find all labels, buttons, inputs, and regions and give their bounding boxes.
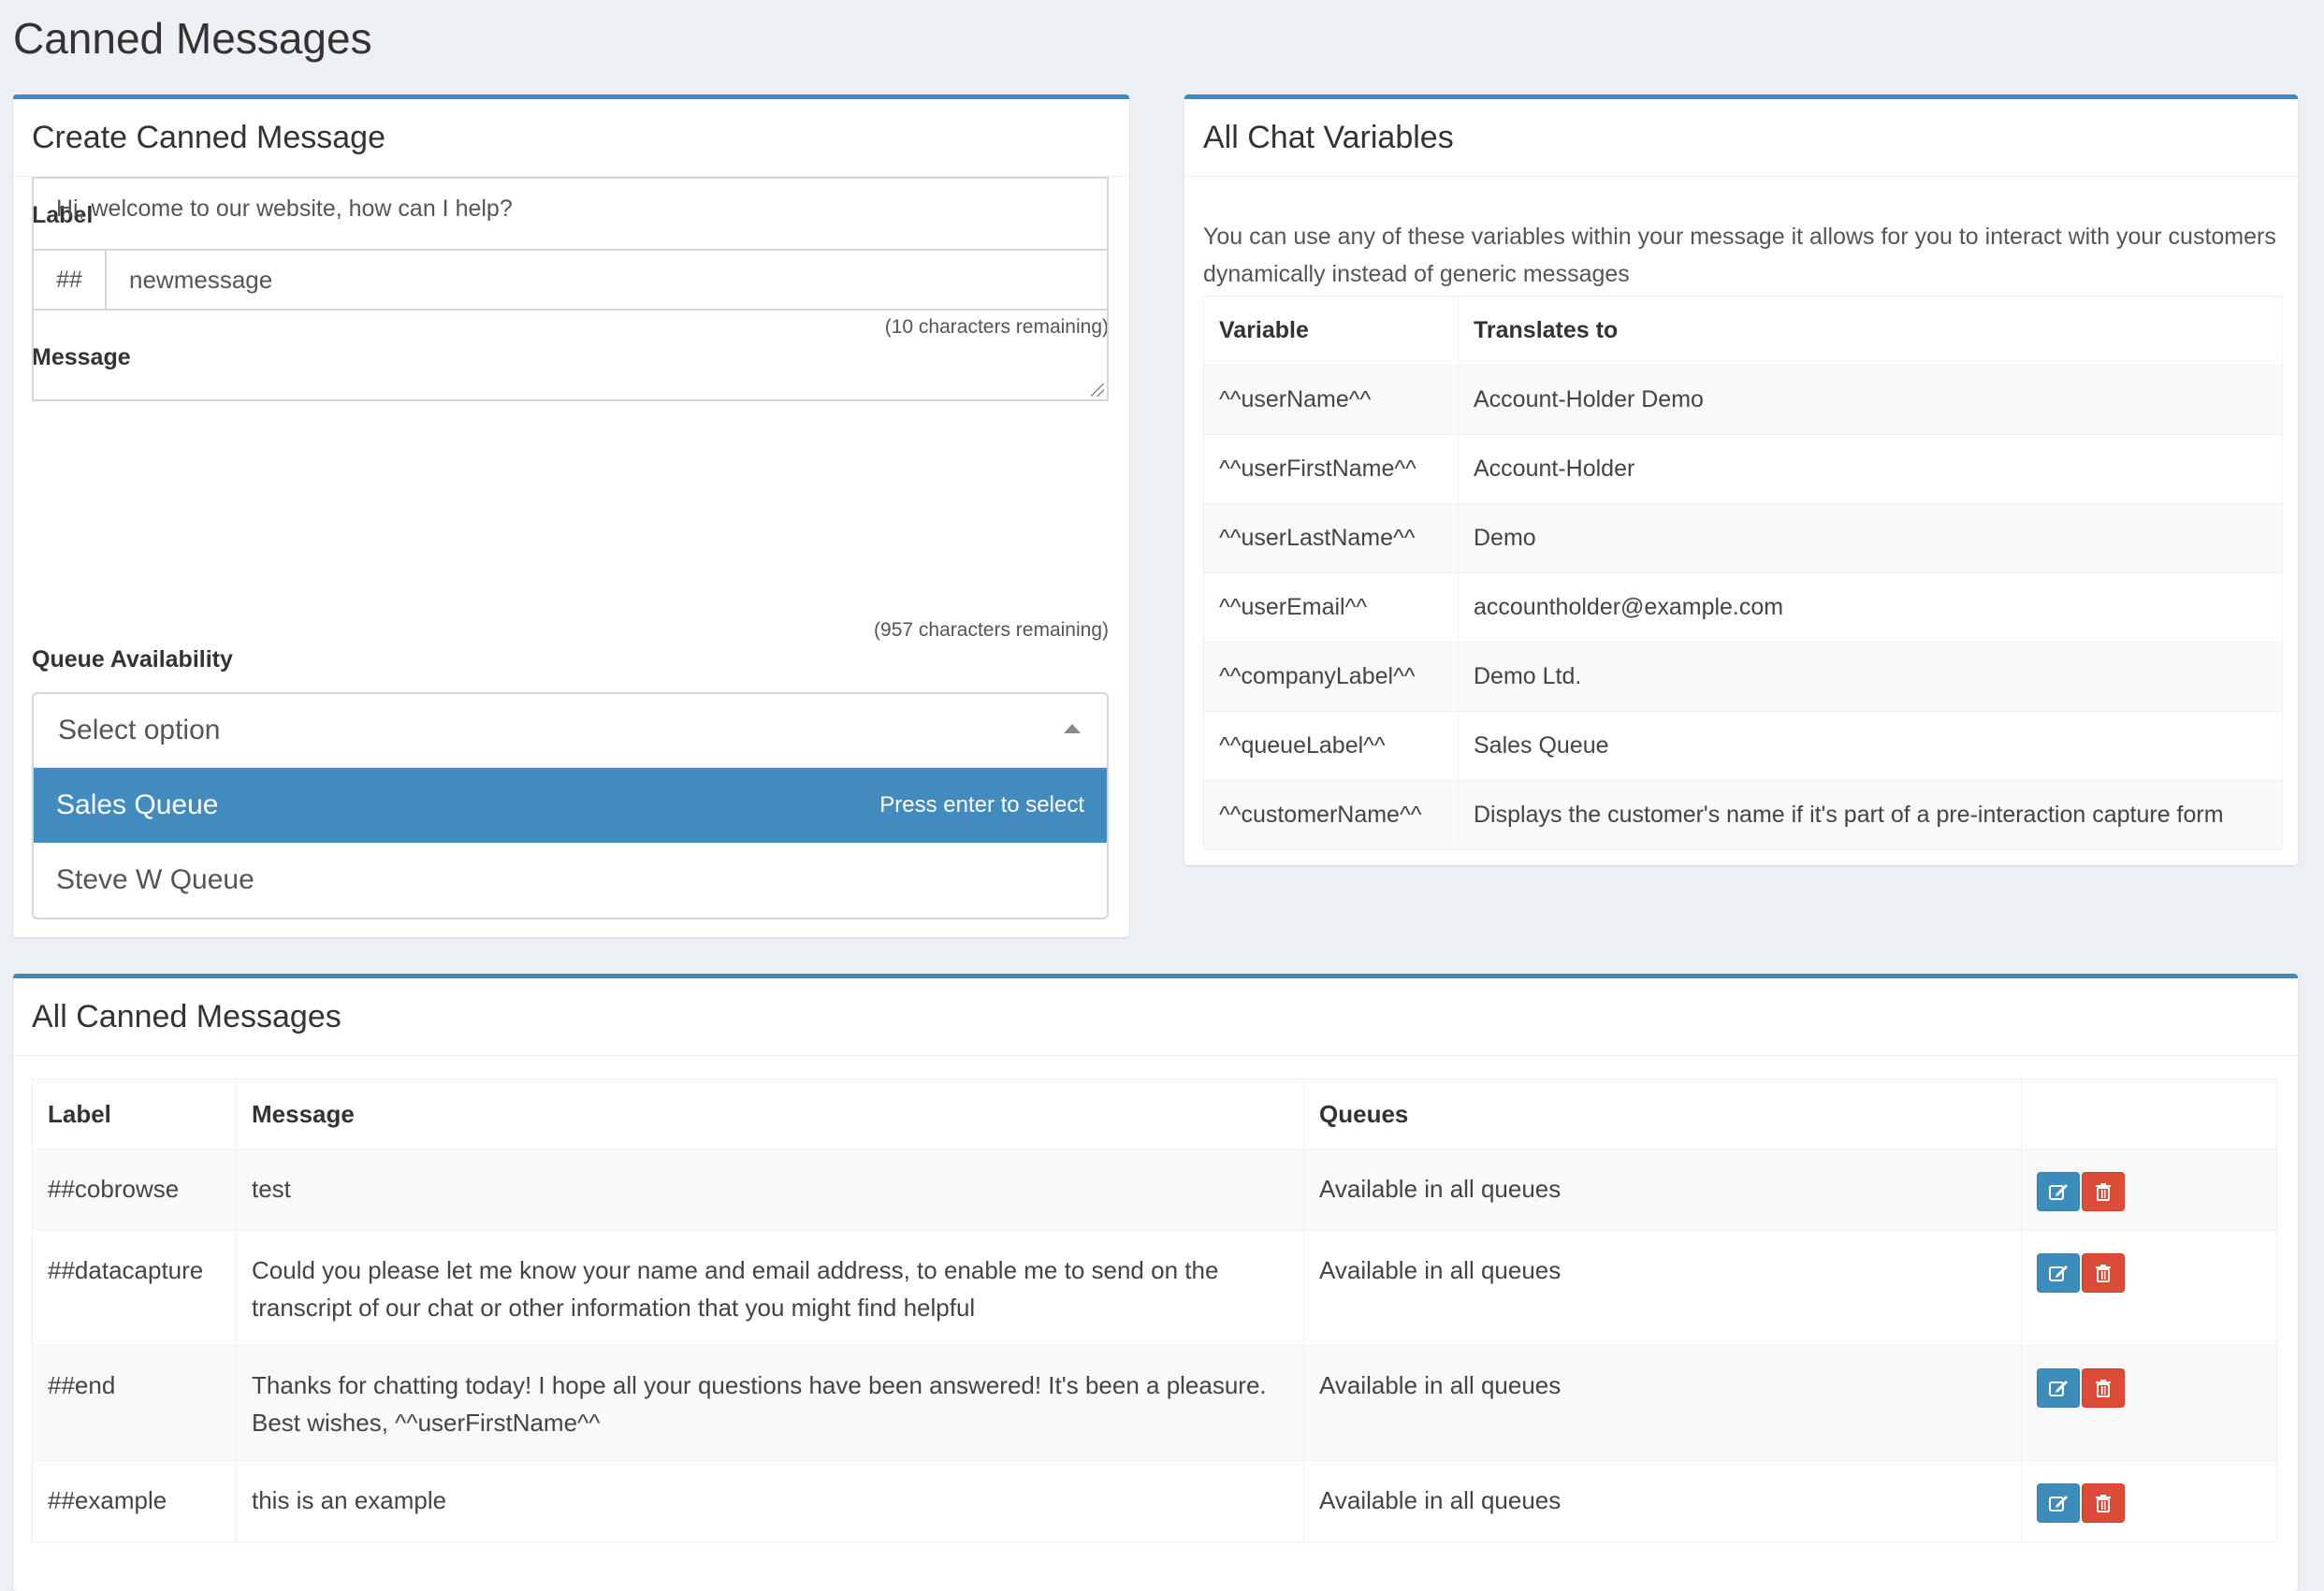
variable-cell: ^^userName^^ <box>1203 365 1459 435</box>
table-row: ^^userName^^ Account-Holder Demo <box>1203 365 2283 435</box>
page-title: Canned Messages <box>13 14 372 63</box>
column-header-actions <box>2021 1078 2277 1150</box>
trash-icon <box>2096 1495 2111 1512</box>
translation-cell: Demo Ltd. <box>1458 642 2283 712</box>
actions-cell <box>2021 1149 2277 1231</box>
queue-availability-select[interactable]: Select option Sales Queue Press enter to… <box>32 692 1109 919</box>
chat-variables-header: All Chat Variables <box>1184 99 2298 177</box>
all-canned-messages-box: All Canned Messages Label Message Queues… <box>13 974 2298 1591</box>
variable-cell: ^^queueLabel^^ <box>1203 711 1459 781</box>
column-header-translates-to: Translates to <box>1458 296 2283 366</box>
edit-button[interactable] <box>2037 1253 2080 1293</box>
message-cell: Thanks for chatting today! I hope all yo… <box>236 1345 1304 1461</box>
table-row: ##datacapture Could you please let me kn… <box>32 1230 2277 1346</box>
queue-select-placeholder-text: Select option <box>58 715 221 745</box>
queue-option-sales[interactable]: Sales Queue Press enter to select <box>34 768 1107 843</box>
label-cell: ##end <box>32 1345 237 1461</box>
queues-cell: Available in all queues <box>1303 1149 2022 1231</box>
queues-cell: Available in all queues <box>1303 1230 2022 1346</box>
resize-handle-icon[interactable] <box>1091 383 1104 397</box>
label-cell: ##cobrowse <box>32 1149 237 1231</box>
queue-option-steve[interactable]: Steve W Queue <box>34 843 1107 918</box>
delete-button[interactable] <box>2082 1172 2125 1211</box>
queues-cell: Available in all queues <box>1303 1460 2022 1542</box>
delete-button[interactable] <box>2082 1368 2125 1408</box>
table-row: ^^companyLabel^^ Demo Ltd. <box>1203 642 2283 712</box>
delete-button[interactable] <box>2082 1253 2125 1293</box>
trash-icon <box>2096 1183 2111 1201</box>
table-row: ^^userEmail^^ accountholder@example.com <box>1203 572 2283 643</box>
variable-cell: ^^userLastName^^ <box>1203 503 1459 573</box>
edit-icon <box>2049 1496 2068 1511</box>
edit-icon <box>2049 1184 2068 1200</box>
delete-button[interactable] <box>2082 1483 2125 1523</box>
translation-cell: Sales Queue <box>1458 711 2283 781</box>
all-canned-messages-header: All Canned Messages <box>13 978 2298 1056</box>
queue-option-label: Sales Queue <box>56 789 219 820</box>
variable-cell: ^^userFirstName^^ <box>1203 434 1459 504</box>
translation-cell: accountholder@example.com <box>1458 572 2283 643</box>
actions-cell <box>2021 1460 2277 1542</box>
column-header-variable: Variable <box>1203 296 1459 366</box>
message-text: Hi, welcome to our website, how can I he… <box>56 195 513 222</box>
translation-cell: Account-Holder <box>1458 434 2283 504</box>
message-cell: Could you please let me know your name a… <box>236 1230 1304 1346</box>
edit-button[interactable] <box>2037 1172 2080 1211</box>
table-row: ^^customerName^^ Displays the customer's … <box>1203 780 2283 850</box>
table-row: ##end Thanks for chatting today! I hope … <box>32 1345 2277 1461</box>
chat-variables-box: All Chat Variables You can use any of th… <box>1184 94 2298 865</box>
create-canned-message-header: Create Canned Message <box>13 99 1129 177</box>
message-cell: test <box>236 1149 1304 1231</box>
table-header-row: Variable Translates to <box>1203 296 2283 366</box>
caret-up-icon <box>1064 724 1081 733</box>
table-row: ##example this is an example Available i… <box>32 1460 2277 1542</box>
variable-cell: ^^companyLabel^^ <box>1203 642 1459 712</box>
table-row: ^^userFirstName^^ Account-Holder <box>1203 434 2283 504</box>
translation-cell: Demo <box>1458 503 2283 573</box>
chat-variables-description: You can use any of these variables withi… <box>1203 224 2276 287</box>
chat-variables-table: Variable Translates to ^^userName^^ Accou… <box>1203 296 2283 850</box>
edit-button[interactable] <box>2037 1483 2080 1523</box>
table-row: ^^queueLabel^^ Sales Queue <box>1203 711 2283 781</box>
queue-option-label: Steve W Queue <box>56 864 254 895</box>
actions-cell <box>2021 1345 2277 1461</box>
translation-cell: Displays the customer's name if it's par… <box>1458 780 2283 850</box>
column-header-message: Message <box>236 1078 1304 1150</box>
queue-availability-label: Queue Availability <box>32 646 233 673</box>
edit-icon <box>2049 1381 2068 1396</box>
trash-icon <box>2096 1265 2111 1282</box>
label-cell: ##example <box>32 1460 237 1542</box>
queue-select-placeholder[interactable]: Select option <box>34 694 1107 768</box>
canned-messages-table: Label Message Queues ##cobrowse test Ava… <box>32 1078 2277 1542</box>
variable-cell: ^^userEmail^^ <box>1203 572 1459 643</box>
column-header-queues: Queues <box>1303 1078 2022 1150</box>
create-canned-message-box: Create Canned Message Label ## newmessag… <box>13 94 1129 937</box>
table-row: ^^userLastName^^ Demo <box>1203 503 2283 573</box>
table-header-row: Label Message Queues <box>32 1078 2277 1150</box>
edit-icon <box>2049 1266 2068 1281</box>
queues-cell: Available in all queues <box>1303 1345 2022 1461</box>
edit-button[interactable] <box>2037 1368 2080 1408</box>
column-header-label: Label <box>32 1078 237 1150</box>
press-enter-hint: Press enter to select <box>879 792 1084 817</box>
label-cell: ##datacapture <box>32 1230 237 1346</box>
message-textarea[interactable]: Hi, welcome to our website, how can I he… <box>32 177 1109 401</box>
table-row: ##cobrowse test Available in all queues <box>32 1149 2277 1231</box>
message-remaining-text: (957 characters remaining) <box>874 619 1109 641</box>
translation-cell: Account-Holder Demo <box>1458 365 2283 435</box>
actions-cell <box>2021 1230 2277 1346</box>
variable-cell: ^^customerName^^ <box>1203 780 1459 850</box>
message-cell: this is an example <box>236 1460 1304 1542</box>
trash-icon <box>2096 1380 2111 1397</box>
